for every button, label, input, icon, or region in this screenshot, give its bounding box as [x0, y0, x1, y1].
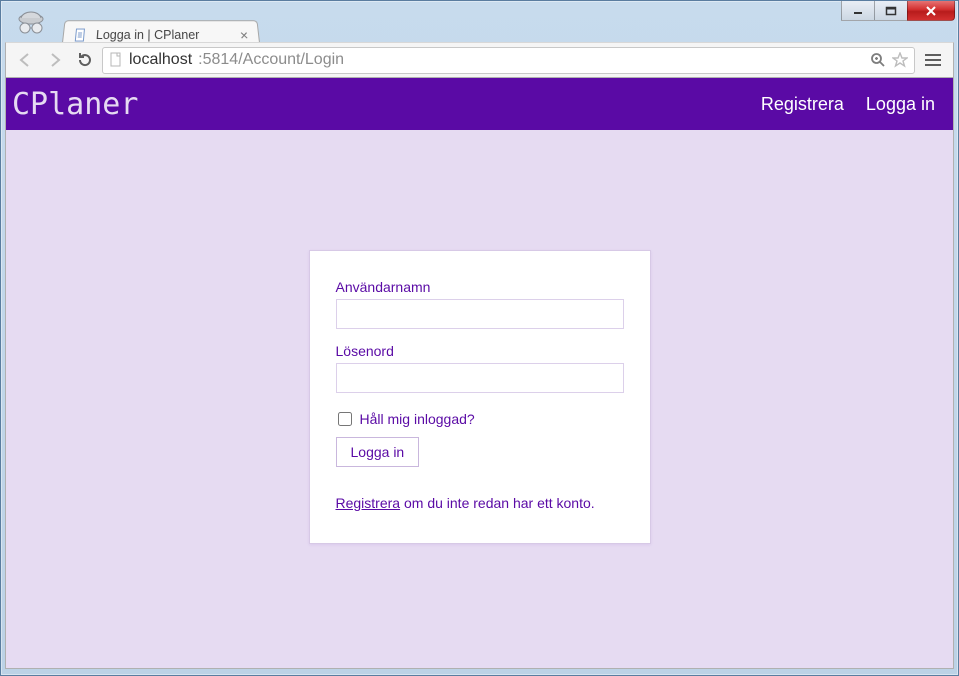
nav-login-link[interactable]: Logga in	[866, 94, 935, 115]
omnibox-actions	[870, 52, 908, 68]
page-icon	[109, 52, 123, 68]
zoom-icon[interactable]	[870, 52, 886, 68]
back-button[interactable]	[12, 47, 38, 73]
window-frame: Logga in | CPlaner × localhost :5814/Acco…	[0, 0, 959, 676]
document-favicon	[73, 28, 88, 42]
close-button[interactable]	[907, 1, 955, 21]
username-input[interactable]	[336, 299, 624, 329]
brand-logo[interactable]: CPlaner	[12, 87, 138, 122]
bookmark-star-icon[interactable]	[892, 52, 908, 68]
url-path: :5814/Account/Login	[198, 51, 344, 69]
browser-toolbar: localhost :5814/Account/Login	[5, 42, 954, 78]
forward-button[interactable]	[42, 47, 68, 73]
tab-title: Logga in | CPlaner	[95, 28, 232, 42]
register-hint: Registrera om du inte redan har ett kont…	[336, 495, 624, 511]
password-input[interactable]	[336, 363, 624, 393]
username-label: Användarnamn	[336, 279, 624, 295]
reload-button[interactable]	[72, 47, 98, 73]
url-host: localhost	[129, 51, 192, 69]
tab-close-icon[interactable]: ×	[239, 28, 249, 42]
minimize-button[interactable]	[841, 1, 875, 21]
page-viewport: CPlaner Registrera Logga in Användarnamn…	[5, 78, 954, 669]
maximize-button[interactable]	[874, 1, 908, 21]
hamburger-menu-icon[interactable]	[919, 47, 947, 73]
page-body: Användarnamn Lösenord Håll mig inloggad?…	[6, 130, 953, 668]
header-nav: Registrera Logga in	[761, 94, 935, 115]
register-hint-suffix: om du inte redan har ett konto.	[400, 495, 595, 511]
remember-label: Håll mig inloggad?	[360, 411, 475, 427]
password-label: Lösenord	[336, 343, 624, 359]
address-bar[interactable]: localhost :5814/Account/Login	[102, 47, 915, 74]
login-submit-button[interactable]: Logga in	[336, 437, 420, 467]
register-link[interactable]: Registrera	[336, 495, 401, 511]
login-card: Användarnamn Lösenord Håll mig inloggad?…	[309, 250, 651, 544]
nav-register-link[interactable]: Registrera	[761, 94, 844, 115]
app-header: CPlaner Registrera Logga in	[6, 78, 953, 130]
remember-checkbox[interactable]	[338, 412, 352, 426]
